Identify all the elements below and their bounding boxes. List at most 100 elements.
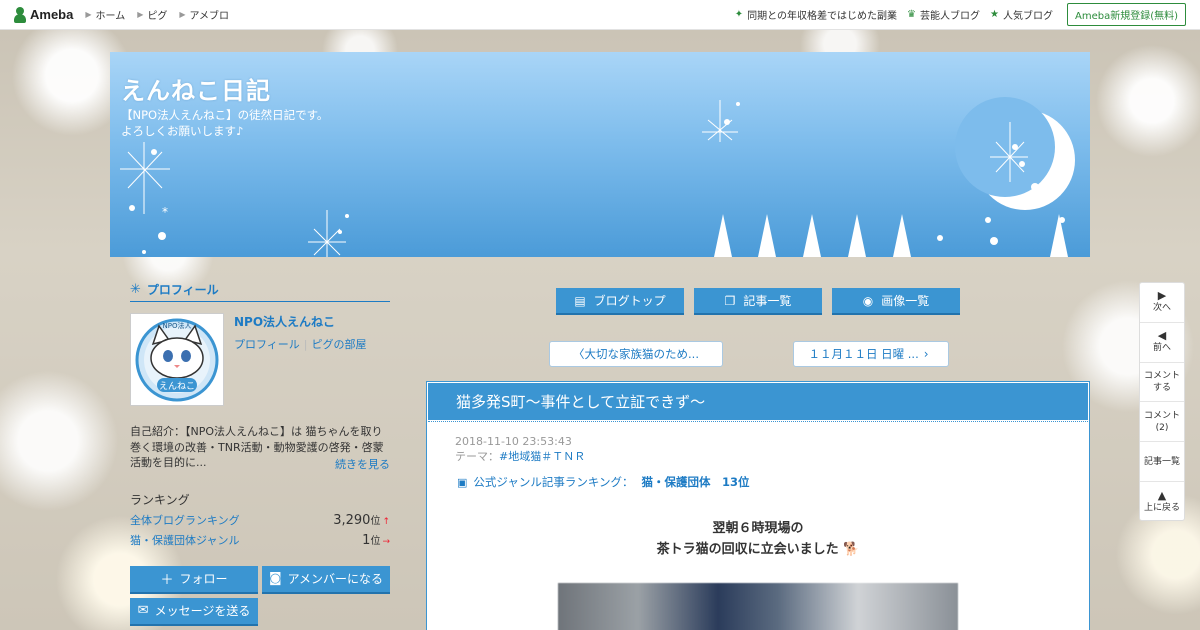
chat-bubble-icon: ◙ [268,571,282,586]
image-list-label: 画像一覧 [881,294,930,308]
blog-nav: ▤ ブログトップ ❐ 記事一覧 ◉ 画像一覧 [556,288,960,315]
profile-name[interactable]: NPO法人えんねこ [234,313,367,330]
follow-label: フォロー [179,572,228,586]
overall-ranking-value: 3,290 [333,512,371,528]
amember-label: アメンバーになる [287,572,384,586]
profile-link[interactable]: プロフィール [234,338,300,351]
write-comment-label: コメント する [1143,370,1180,393]
nav-pigg-link[interactable]: ▶ ピグ [137,7,167,22]
next-article-label: １１月１１日 日曜 ... [808,347,919,361]
genre-ranking-value: 猫・保護団体 13位 [641,475,750,489]
float-article-list-label: 記事一覧 [1143,456,1180,467]
image-list-button[interactable]: ◉ 画像一覧 [832,288,960,315]
back-to-top-button[interactable]: ▲ 上に戻る [1140,482,1184,522]
play-left-icon: ◀ [1157,329,1167,343]
top-nav: ▶ ホーム ▶ ピグ ▶ アメブロ [85,7,241,22]
article-datetime: 2018-11-10 23:53:43 [455,435,572,448]
next-entry-button[interactable]: ▶ 次へ [1140,283,1184,323]
star-icon: ★ [990,9,999,20]
genre-ranking-value-wrap: 1位 → [362,532,390,548]
blog-header-banner[interactable]: * えんねこ日記 【NPO法人えんねこ】の徒然日記です。 よろしくお願いします♪ [110,52,1090,257]
blog-top-button[interactable]: ▤ ブログトップ [556,288,684,315]
cat-logo-icon: えんねこ NPO法人 [135,318,219,402]
logo-text: Ameba [30,7,74,22]
global-header: Ameba ▶ ホーム ▶ ピグ ▶ アメブロ ✦ 同期との年収格差ではじめた副業 ♛ 芸… [0,0,1200,30]
nav-ameblo-label: アメブロ [189,11,230,22]
theme-label: テーマ： [455,450,499,463]
copy-icon: ❐ [724,293,736,308]
article-list-label: 記事一覧 [743,294,792,308]
play-right-icon: ▶ [1157,289,1167,303]
nav-ameblo-link[interactable]: ▶ アメブロ [179,7,229,22]
float-article-list-button[interactable]: 記事一覧 [1140,442,1184,482]
floating-nav: ▶ 次へ ◀ 前へ コメント する コメント (2) 記事一覧 ▲ 上に戻る [1139,282,1185,521]
side-job-label: 同期との年収格差ではじめた副業 [747,11,898,22]
blog-top-label: ブログトップ [593,294,666,308]
overall-ranking-link[interactable]: 全体ブログランキング [130,512,240,528]
sparkle-icon: ✦ [734,9,744,20]
chevron-right-icon: ▶ [137,10,144,19]
genre-ranking[interactable]: ▣ 公式ジャンル記事ランキング： 猫・保護団体 13位 [427,474,1089,490]
profile-actions: ＋ フォロー ◙ アメンバーになる ✉ メッセージを送る [130,565,390,626]
celebrity-blog-label: 芸能人ブログ [920,11,981,22]
amember-button[interactable]: ◙ アメンバーになる [262,565,390,594]
avatar-badge: NPO法人 [163,321,192,330]
svg-text:*: * [162,205,168,219]
article-photo[interactable] [558,583,958,630]
prev-article-button[interactable]: 〈大切な家族猫のため... [549,341,723,367]
write-comment-button[interactable]: コメント する [1140,363,1184,403]
chevron-right-icon: › [923,347,929,361]
mail-icon: ✉ [137,603,149,618]
prev-entry-button[interactable]: ◀ 前へ [1140,323,1184,363]
article-theme: テーマ：#地域猫＃ＴＮＲ [455,449,1089,464]
body-line: 翌朝６時現場の [712,521,804,536]
profile-info: NPO法人えんねこ プロフィール | ピグの部屋 [234,313,367,406]
comment-count-button[interactable]: コメント (2) [1140,402,1184,443]
theme-link[interactable]: #地域猫＃ＴＮＲ [499,450,585,463]
ameba-logo[interactable]: Ameba [13,6,74,23]
rank-unit: 位 [370,535,381,547]
link-separator: | [303,338,308,351]
plus-icon: ＋ [160,573,174,588]
follow-button[interactable]: ＋ フォロー [130,565,258,594]
profile-row: えんねこ NPO法人 NPO法人えんねこ プロフィール | ピグの部屋 [130,313,390,406]
article-list-button[interactable]: ❐ 記事一覧 [694,288,822,315]
article: 猫多発S町〜事件として立証できず〜 2018-11-10 23:53:43 テー… [426,381,1090,630]
blog-description: 【NPO法人えんねこ】の徒然日記です。 よろしくお願いします♪ [121,108,329,138]
side-job-link[interactable]: ✦ 同期との年収格差ではじめた副業 [735,7,897,22]
genre-ranking-link[interactable]: 猫・保護団体ジャンル [130,532,239,548]
prev-entry-label: 前へ [1152,343,1171,354]
register-button[interactable]: Ameba新規登録(無料) [1066,3,1186,26]
pigg-room-link[interactable]: ピグの部屋 [312,338,367,351]
title-divider [428,421,1088,422]
nav-home-link[interactable]: ▶ ホーム [85,7,125,22]
article-meta: 2018-11-10 23:53:43 テーマ：#地域猫＃ＴＮＲ [427,434,1089,464]
prev-article-label: 〈大切な家族猫のため... [573,347,699,361]
next-entry-label: 次へ [1152,303,1171,314]
profile-heading: ✳ プロフィール [130,281,390,302]
nav-home-label: ホーム [95,11,126,22]
ranking-title: ランキング [130,492,190,507]
message-label: メッセージを送る [154,604,251,618]
genre-ranking-label: 公式ジャンル記事ランキング： [473,475,634,489]
next-article-button[interactable]: １１月１１日 日曜 ... › [793,341,949,367]
chevron-right-icon: ▶ [179,10,186,19]
sparkle-icon: ✳ [130,282,141,297]
message-button[interactable]: ✉ メッセージを送る [130,597,258,626]
rank-unit: 位 [370,515,381,527]
overall-ranking-value-wrap: 3,290位 ↑ [333,512,390,528]
celebrity-blog-link[interactable]: ♛ 芸能人ブログ [907,7,980,22]
popular-blog-link[interactable]: ★ 人気ブログ [990,7,1053,22]
avatar-caption: えんねこ [159,381,195,392]
body-line: 茶トラ猫の回収に立会いました 🐕 [656,542,860,557]
blog-title[interactable]: えんねこ日記 [121,71,271,106]
camera-icon: ◉ [862,293,874,308]
profile-heading-label: プロフィール [146,283,219,297]
avatar[interactable]: えんねこ NPO法人 [130,313,224,406]
crown-icon: ♛ [907,9,917,20]
article-title[interactable]: 猫多発S町〜事件として立証できず〜 [428,383,1088,420]
arrow-up-icon: ▲ [1157,488,1167,502]
trend-flat-icon: → [382,536,390,547]
trend-up-icon: ↑ [382,516,390,527]
ameba-logo-icon [13,6,27,23]
